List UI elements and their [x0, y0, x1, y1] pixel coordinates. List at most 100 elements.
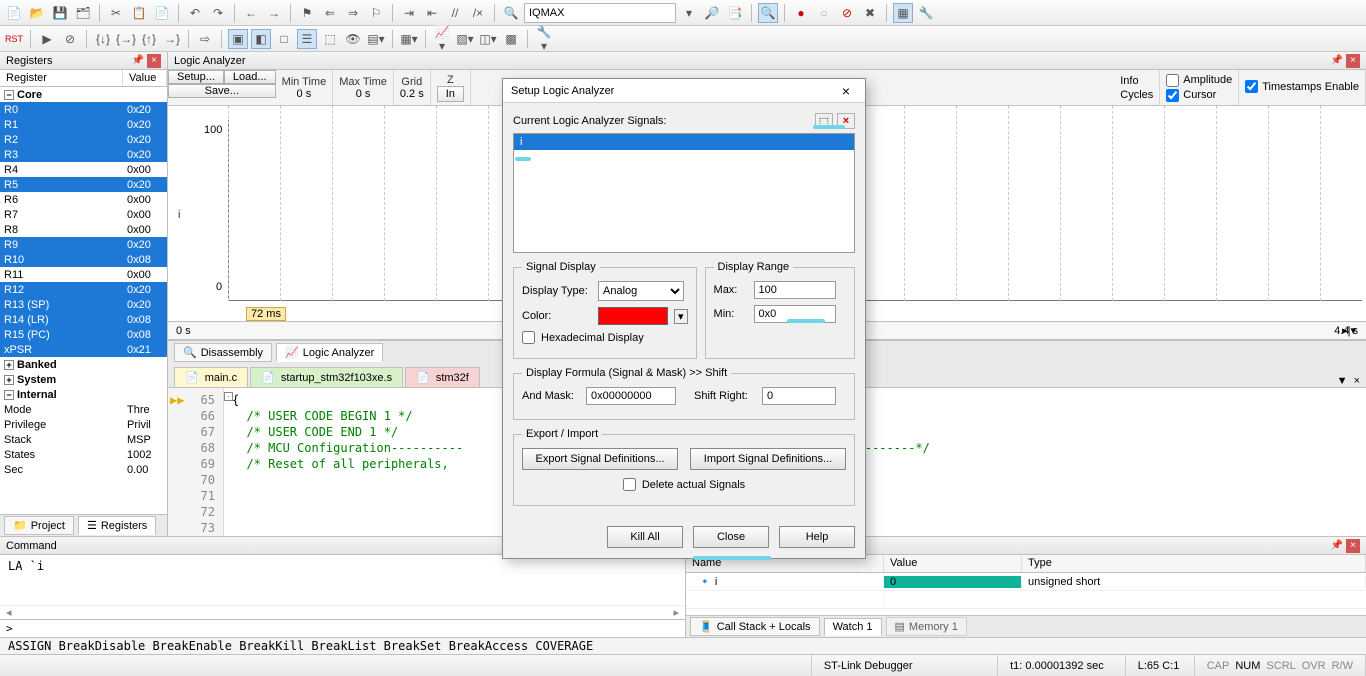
col-value[interactable]: Value — [123, 70, 167, 86]
shift-right-input[interactable] — [762, 387, 836, 405]
la-setup-button[interactable]: Setup... — [168, 70, 224, 84]
open-icon[interactable]: 📂 — [27, 3, 47, 23]
bookmark-icon[interactable]: ⚑ — [297, 3, 317, 23]
analyzer-window-icon[interactable]: 📈▾ — [432, 29, 452, 49]
debug-settings-icon[interactable]: 🔧▾ — [534, 29, 554, 49]
registers-tree[interactable]: −CoreR00x20R10x20R20x20R30x20R40x00R50x2… — [0, 87, 167, 514]
bp-insert-icon[interactable]: ● — [791, 3, 811, 23]
register-group[interactable]: +Banked — [0, 357, 167, 372]
tab-watch[interactable]: Watch 1 — [824, 618, 882, 636]
show-next-icon[interactable]: ⇨ — [195, 29, 215, 49]
register-row[interactable]: R40x00 — [0, 162, 167, 177]
cursor-check[interactable] — [1166, 89, 1179, 102]
color-picker[interactable] — [598, 307, 668, 325]
delete-actual-check[interactable] — [623, 478, 636, 491]
help-button[interactable]: Help — [779, 526, 855, 548]
save-icon[interactable]: 💾 — [50, 3, 70, 23]
file-tab[interactable]: 📄main.c — [174, 367, 248, 387]
close-icon[interactable]: × — [1354, 375, 1360, 387]
register-group[interactable]: −Core — [0, 87, 167, 102]
register-row[interactable]: R14 (LR)0x08 — [0, 312, 167, 327]
register-row[interactable]: R00x20 — [0, 102, 167, 117]
tab-disassembly[interactable]: 🔍 Disassembly — [174, 343, 272, 362]
watch-col-type[interactable]: Type — [1022, 555, 1366, 572]
debug-icon[interactable]: 🔍 — [758, 3, 778, 23]
dialog-close-icon[interactable]: × — [835, 81, 857, 101]
register-row[interactable]: PrivilegePrivil — [0, 417, 167, 432]
cmd-window-icon[interactable]: ▣ — [228, 29, 248, 49]
zoom-in-button[interactable]: In — [437, 86, 464, 102]
step-over-icon[interactable]: {→} — [116, 29, 136, 49]
comment-icon[interactable]: // — [445, 3, 465, 23]
reset-icon[interactable]: RST — [4, 29, 24, 49]
register-row[interactable]: R100x08 — [0, 252, 167, 267]
close-icon[interactable]: × — [1346, 539, 1360, 553]
scroll-right-icon[interactable]: ▸ — [673, 606, 679, 619]
col-register[interactable]: Register — [0, 70, 123, 86]
forward-icon[interactable]: → — [264, 3, 284, 23]
step-out-icon[interactable]: {↑} — [139, 29, 159, 49]
bp-killall-icon[interactable]: ✖ — [860, 3, 880, 23]
register-row[interactable]: StackMSP — [0, 432, 167, 447]
import-signals-button[interactable]: Import Signal Definitions... — [690, 448, 846, 470]
pin-icon[interactable]: 📌 — [131, 54, 145, 68]
window-icon[interactable]: ▦ — [893, 3, 913, 23]
new-icon[interactable]: 📄 — [4, 3, 24, 23]
paste-icon[interactable]: 📄 — [152, 3, 172, 23]
find-combo[interactable] — [524, 3, 676, 23]
close-icon[interactable]: × — [1346, 54, 1360, 68]
signal-item[interactable]: i — [514, 134, 854, 150]
register-row[interactable]: Sec0.00 — [0, 462, 167, 477]
color-dropdown-icon[interactable]: ▾ — [674, 309, 688, 324]
outdent-icon[interactable]: ⇤ — [422, 3, 442, 23]
bookmark-prev-icon[interactable]: ⇐ — [320, 3, 340, 23]
export-signals-button[interactable]: Export Signal Definitions... — [522, 448, 678, 470]
bookmark-clear-icon[interactable]: ⚐ — [366, 3, 386, 23]
callstack-window-icon[interactable]: ⬚ — [320, 29, 340, 49]
register-row[interactable]: States1002 — [0, 447, 167, 462]
uncomment-icon[interactable]: /× — [468, 3, 488, 23]
tab-registers[interactable]: ☰ Registers — [78, 516, 156, 535]
pin-icon[interactable]: 📌 — [1330, 54, 1344, 68]
tab-callstack[interactable]: 🧵 Call Stack + Locals — [690, 617, 820, 636]
tab-memory[interactable]: ▤ Memory 1 — [886, 617, 967, 636]
pin-icon[interactable]: 📌 — [1330, 539, 1344, 553]
copy-icon[interactable]: 📋 — [129, 3, 149, 23]
dropdown-icon[interactable]: ▼ — [1337, 375, 1348, 387]
toolbox-icon[interactable]: ▩ — [501, 29, 521, 49]
dropdown-icon[interactable]: ▾ — [679, 3, 699, 23]
register-row[interactable]: xPSR0x21 — [0, 342, 167, 357]
file-tab[interactable]: 📄startup_stm32f103xe.s — [250, 367, 403, 387]
register-row[interactable]: R120x20 — [0, 282, 167, 297]
register-row[interactable]: R110x00 — [0, 267, 167, 282]
register-row[interactable]: R70x00 — [0, 207, 167, 222]
kill-all-button[interactable]: Kill All — [607, 526, 683, 548]
bookmark-next-icon[interactable]: ⇒ — [343, 3, 363, 23]
la-load-button[interactable]: Load... — [224, 70, 276, 84]
find-in-files-icon[interactable]: 📑 — [725, 3, 745, 23]
cut-icon[interactable]: ✂ — [106, 3, 126, 23]
register-group[interactable]: −Internal — [0, 387, 167, 402]
register-group[interactable]: +System — [0, 372, 167, 387]
register-row[interactable]: R90x20 — [0, 237, 167, 252]
indent-icon[interactable]: ⇥ — [399, 3, 419, 23]
bp-disable-icon[interactable]: ○ — [814, 3, 834, 23]
register-row[interactable]: R80x00 — [0, 222, 167, 237]
hex-display-check[interactable] — [522, 331, 535, 344]
config-icon[interactable]: 🔧 — [916, 3, 936, 23]
serial-window-icon[interactable]: ▦▾ — [399, 29, 419, 49]
symbol-window-icon[interactable]: □ — [274, 29, 294, 49]
run-to-cursor-icon[interactable]: →} — [162, 29, 182, 49]
close-button[interactable]: Close — [693, 526, 769, 548]
watch-enter-expression[interactable] — [686, 591, 1366, 609]
disasm-window-icon[interactable]: ◧ — [251, 29, 271, 49]
redo-icon[interactable]: ↷ — [208, 3, 228, 23]
register-row[interactable]: R60x00 — [0, 192, 167, 207]
tab-project[interactable]: 📁 Project — [4, 516, 74, 535]
register-row[interactable]: R30x20 — [0, 147, 167, 162]
registers-window-icon[interactable]: ☰ — [297, 29, 317, 49]
find-file-icon[interactable]: 🔍 — [501, 3, 521, 23]
register-row[interactable]: R50x20 — [0, 177, 167, 192]
run-icon[interactable]: ▶ — [37, 29, 57, 49]
register-row[interactable]: R10x20 — [0, 117, 167, 132]
